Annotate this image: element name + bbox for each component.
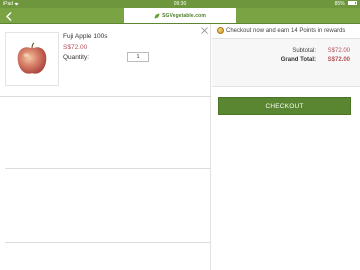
product-price: S$72.00 xyxy=(63,44,88,51)
checkout-button[interactable]: CHECKOUT xyxy=(218,97,351,115)
rewards-banner: Checkout now and earn 14 Points in rewar… xyxy=(217,27,345,34)
product-image[interactable] xyxy=(5,32,59,86)
quantity-input[interactable] xyxy=(127,52,149,62)
quantity-label: Quantity: xyxy=(63,54,90,61)
row-divider xyxy=(0,96,211,97)
nav-bar: SGVegetable.com xyxy=(0,8,360,24)
grand-total-label: Grand Total: xyxy=(280,57,316,63)
grand-total-row: Grand Total: S$72.00 xyxy=(212,57,350,63)
battery-percent: 85% xyxy=(334,1,345,7)
cart-items-pane: Fuji Apple 100s S$72.00 Quantity: xyxy=(0,24,211,270)
checkout-pane: Checkout now and earn 14 Points in rewar… xyxy=(212,24,360,270)
product-name[interactable]: Fuji Apple 100s xyxy=(63,33,107,40)
brand-logo: SGVegetable.com xyxy=(124,8,236,23)
back-button[interactable] xyxy=(3,9,15,23)
remove-item-button[interactable] xyxy=(199,25,209,35)
status-bar: iPad 09:30 85% xyxy=(0,0,360,8)
status-time: 09:30 xyxy=(173,1,187,7)
row-divider xyxy=(5,242,210,243)
cart-item-row: Fuji Apple 100s S$72.00 Quantity: xyxy=(0,24,211,96)
cart-content: Fuji Apple 100s S$72.00 Quantity: Checko… xyxy=(0,24,360,270)
subtotal-label: Subtotal: xyxy=(292,48,316,54)
subtotal-value: S$72.00 xyxy=(327,48,350,54)
status-battery: 85% xyxy=(335,0,357,8)
order-summary: Subtotal: S$72.00 Grand Total: S$72.00 xyxy=(212,39,360,87)
apple-icon xyxy=(17,42,47,74)
subtotal-row: Subtotal: S$72.00 xyxy=(212,48,350,54)
rewards-text: Checkout now and earn 14 Points in rewar… xyxy=(226,27,346,34)
battery-icon xyxy=(348,0,357,5)
chevron-left-icon xyxy=(6,11,12,21)
logo-text: SGVegetable.com xyxy=(162,12,206,19)
leaf-icon xyxy=(154,13,160,18)
row-divider xyxy=(5,168,210,169)
grand-total-value: S$72.00 xyxy=(327,57,350,63)
coin-icon xyxy=(217,27,224,34)
close-icon xyxy=(200,26,208,34)
